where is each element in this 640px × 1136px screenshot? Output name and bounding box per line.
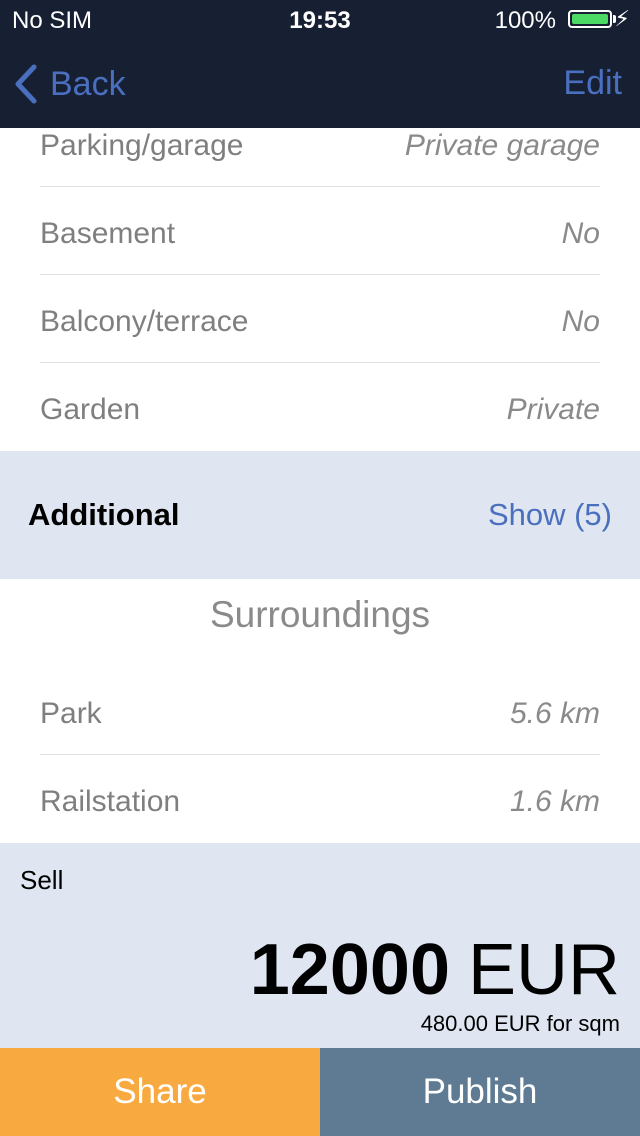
price-per-sqm: 480.00 EUR for sqm: [420, 1011, 620, 1036]
divider: [40, 186, 600, 187]
action-bar: Share Publish: [0, 1048, 640, 1136]
publish-button[interactable]: Publish: [320, 1048, 640, 1136]
surroundings-title: Surroundings: [209, 594, 431, 635]
feature-label: Garden: [40, 393, 141, 426]
surrounding-label: Railstation: [40, 785, 181, 818]
feature-row: Basement No: [40, 190, 600, 278]
feature-value: Private: [506, 393, 600, 426]
feature-value: No: [561, 305, 600, 338]
charging-icon: ⚡: [614, 6, 630, 31]
surrounding-row: Railstation 1.6 km: [40, 758, 600, 843]
feature-row: Garden Private: [40, 366, 600, 454]
back-label: Back: [50, 64, 126, 103]
divider: [40, 754, 600, 755]
surrounding-distance: 5.6 km: [509, 697, 600, 730]
feature-label: Basement: [40, 217, 176, 250]
battery-icon: [568, 10, 612, 28]
divider: [40, 274, 600, 275]
details-list[interactable]: Parking/garage Private garage Basement N…: [0, 128, 640, 843]
price: 12000 EUR: [250, 929, 620, 1011]
price-amount: 12000: [249, 930, 450, 1010]
status-bar: No SIM 19:53 100% ⚡: [0, 0, 640, 40]
offer-type: Sell: [20, 865, 64, 895]
surrounding-label: Park: [40, 697, 102, 730]
additional-section: Additional Show (5): [0, 451, 640, 579]
chevron-left-icon: [15, 64, 37, 104]
surrounding-distance: 1.6 km: [509, 785, 600, 818]
feature-label: Parking/garage: [40, 129, 244, 162]
price-currency: EUR: [467, 930, 620, 1010]
additional-title: Additional: [28, 497, 180, 532]
divider: [40, 362, 600, 363]
edit-button[interactable]: Edit: [563, 64, 622, 103]
surrounding-row: Park 5.6 km: [40, 670, 600, 758]
show-additional-button[interactable]: Show (5): [488, 451, 612, 579]
feature-value: No: [561, 217, 600, 250]
back-button[interactable]: Back: [14, 62, 126, 106]
feature-row: Parking/garage Private garage: [40, 128, 600, 190]
share-button[interactable]: Share: [0, 1048, 320, 1136]
navigation-bar: Back Edit: [0, 40, 640, 128]
feature-value: Private garage: [404, 129, 600, 162]
feature-label: Balcony/terrace: [40, 305, 249, 338]
battery-percentage: 100%: [494, 7, 556, 34]
price-panel: Sell 12000 EUR 480.00 EUR for sqm: [0, 843, 640, 1048]
feature-row: Balcony/terrace No: [40, 278, 600, 366]
